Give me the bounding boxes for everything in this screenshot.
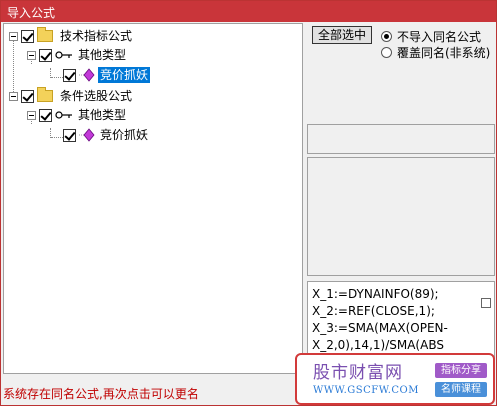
folder-icon	[37, 87, 53, 102]
radio-label: 覆盖同名(非系统)	[397, 46, 491, 60]
formula-tree[interactable]: 技术指标公式 其他类型 竞价抓妖 条件选股公式 其他类型 竞价抓妖	[3, 23, 303, 374]
formula-description-panel	[307, 157, 495, 276]
tree-node-other-types[interactable]: 其他类型	[27, 106, 128, 124]
checkbox[interactable]	[63, 68, 76, 82]
watermark-title: 股市财富网	[313, 363, 403, 383]
import-formula-dialog: 导入公式 技术指标公式 其他类型 竞价抓妖 条件选股公式 其他类型 竞价抓妖 全…	[0, 0, 497, 406]
title-bar[interactable]: 导入公式	[1, 1, 496, 22]
tree-node-other-types[interactable]: 其他类型	[27, 46, 128, 64]
watermark-logo: 股市财富网 WWW.GSCFW.COM 指标分享 名师课程	[295, 353, 495, 405]
radio-label: 不导入同名公式	[397, 30, 482, 44]
watermark-url: WWW.GSCFW.COM	[313, 385, 419, 396]
radio-skip-same-name[interactable]: 不导入同名公式	[381, 28, 481, 45]
watermark-tag: 指标分享	[435, 363, 487, 378]
tree-node-label: 竞价抓妖	[98, 67, 151, 83]
key-icon	[55, 51, 72, 59]
code-line: X_3:=SMA(MAX(OPEN-	[312, 321, 448, 335]
code-line: X_2,0),14,1)/SMA(ABS	[312, 338, 444, 352]
collapse-toggle[interactable]	[27, 50, 36, 60]
radio-button[interactable]	[381, 31, 392, 42]
tree-node-stock-screening[interactable]: 条件选股公式	[9, 87, 134, 105]
select-all-button[interactable]: 全部选中	[312, 26, 372, 44]
key-icon	[55, 111, 72, 119]
code-line: X_2:=REF(CLOSE,1);	[312, 304, 435, 318]
preview-checkbox[interactable]	[481, 298, 491, 308]
tree-node-formula[interactable]: 竞价抓妖	[63, 126, 150, 144]
radio-button[interactable]	[381, 47, 392, 58]
window-title: 导入公式	[7, 6, 56, 20]
checkbox[interactable]	[39, 108, 52, 122]
checkbox[interactable]	[21, 89, 34, 103]
collapse-toggle[interactable]	[27, 110, 36, 120]
collapse-toggle[interactable]	[9, 91, 18, 101]
code-line: X_1:=DYNAINFO(89);	[312, 287, 439, 301]
tree-node-label: 其他类型	[78, 48, 127, 62]
tree-node-formula[interactable]: 竞价抓妖	[63, 66, 151, 84]
tree-node-label: 技术指标公式	[60, 29, 133, 43]
gem-icon	[79, 128, 95, 142]
checkbox[interactable]	[21, 29, 34, 43]
tree-node-label: 其他类型	[78, 108, 127, 122]
watermark-tag: 名师课程	[435, 382, 487, 397]
tree-node-label: 竞价抓妖	[100, 128, 149, 142]
formula-name-panel	[307, 124, 495, 154]
checkbox[interactable]	[63, 128, 76, 142]
tree-node-technical-indicators[interactable]: 技术指标公式	[9, 27, 134, 45]
folder-icon	[37, 27, 53, 42]
tree-node-label: 条件选股公式	[60, 89, 133, 103]
collapse-toggle[interactable]	[9, 31, 18, 41]
checkbox[interactable]	[39, 48, 52, 62]
status-message: 系统存在同名公式,再次点击可以更名	[3, 387, 199, 401]
radio-overwrite-same-name[interactable]: 覆盖同名(非系统)	[381, 44, 490, 61]
gem-icon	[79, 68, 95, 82]
